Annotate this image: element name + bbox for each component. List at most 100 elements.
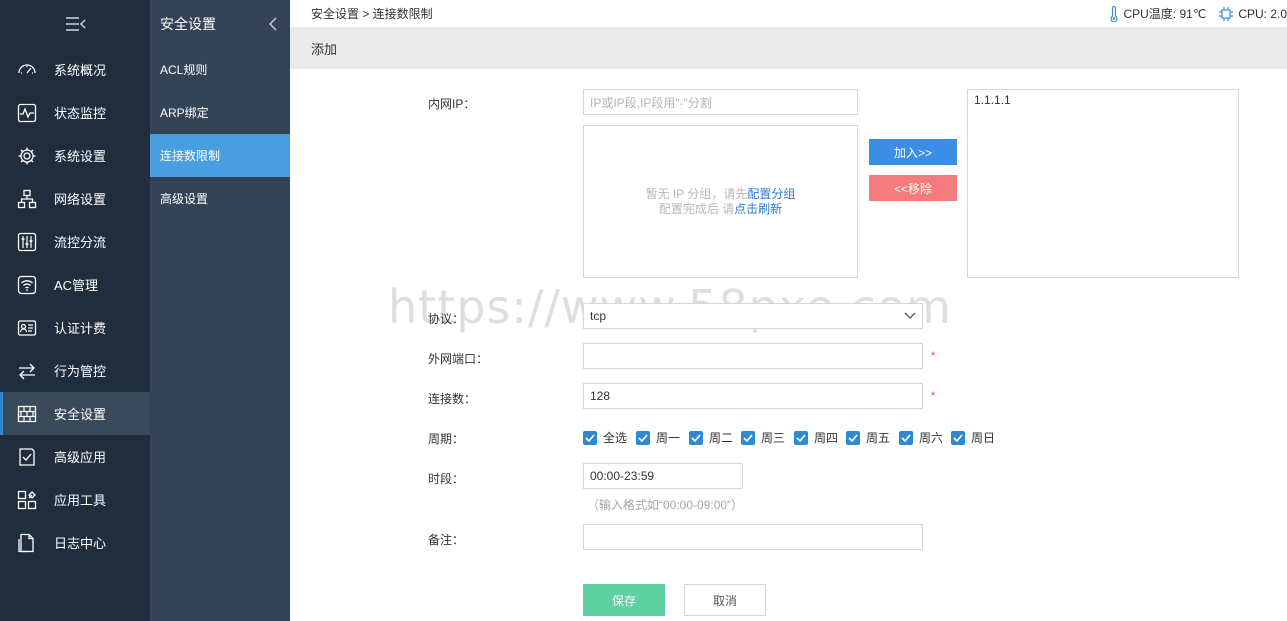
required-mark: * (931, 390, 936, 402)
sidebar-item-label: 系统概况 (54, 63, 107, 78)
sidebar-item-label: 行为管控 (54, 364, 107, 379)
time-label: 时段： (428, 472, 465, 486)
day-checkbox[interactable]: 周一 (636, 429, 680, 446)
config-group-link[interactable]: 配置分组 (747, 187, 795, 201)
menu-collapse-icon (66, 17, 86, 31)
gear-icon (16, 145, 38, 167)
swap-arrows-icon (16, 360, 38, 382)
remark-label: 备注： (428, 533, 465, 547)
chevron-down-icon (904, 312, 916, 319)
menu-toggle-button[interactable] (0, 0, 150, 48)
day-checkbox[interactable]: 全选 (583, 429, 627, 446)
sidebar-item[interactable]: 系统概况 (0, 48, 150, 91)
checkmark-icon (741, 430, 755, 445)
submenu-item[interactable]: ACL规则 (150, 48, 290, 91)
sidebar-item-label: 流控分流 (54, 235, 107, 250)
day-checkbox-label: 全选 (603, 431, 628, 445)
cpu-usage-status: CPU: 2.0 (1218, 6, 1287, 22)
day-checkbox-label: 周四 (814, 431, 839, 445)
document-icon (16, 532, 38, 554)
period-label: 周期： (428, 432, 465, 446)
selected-ip-list[interactable]: 1.1.1.1 (967, 89, 1239, 278)
lan-ip-label: 内网IP： (428, 97, 476, 111)
checkmark-icon (899, 430, 913, 445)
sidebar-item-label: 认证计费 (54, 321, 107, 336)
cpu-temp-status: CPU温度: 91℃ (1109, 5, 1206, 22)
sidebar-item-label: 安全设置 (54, 407, 107, 422)
remove-ip-button[interactable]: <<移除 (869, 175, 957, 201)
selected-ip-item[interactable]: 1.1.1.1 (974, 93, 1232, 107)
sidebar-item[interactable]: 高级应用 (0, 435, 150, 478)
checklist-icon (16, 446, 38, 468)
lan-ip-input[interactable]: IP或IP段,IP段用"-"分割 (583, 89, 858, 115)
conn-count-label: 连接数： (428, 392, 477, 406)
tools-icon (16, 489, 38, 511)
day-checkbox[interactable]: 周四 (794, 429, 838, 446)
cpu-temp-text: CPU温度: 91℃ (1123, 7, 1207, 21)
wan-port-input[interactable] (583, 343, 923, 369)
checkmark-icon (583, 430, 597, 445)
sidebar-item-label: 状态监控 (54, 106, 107, 121)
sidebar-item-label: AC管理 (54, 278, 99, 293)
remark-input[interactable] (583, 524, 923, 550)
chevron-left-icon[interactable] (268, 17, 278, 31)
conn-count-input[interactable]: 128 (583, 383, 923, 409)
add-ip-button[interactable]: 加入>> (869, 139, 957, 165)
ip-group-box: 暂无 IP 分组，请先配置分组 配置完成后 请点击刷新 (583, 125, 858, 278)
protocol-value: tcp (590, 309, 607, 323)
sidebar-item-label: 系统设置 (54, 149, 107, 164)
submenu-item[interactable]: 高级设置 (150, 177, 290, 220)
checkmark-icon (846, 430, 860, 445)
day-checkbox-label: 周五 (866, 431, 891, 445)
ip-group-empty-line2: 配置完成后 请点击刷新 (658, 201, 783, 216)
dashboard-icon (16, 59, 38, 81)
sidebar-item[interactable]: AC管理 (0, 263, 150, 306)
cancel-button[interactable]: 取消 (684, 584, 766, 616)
day-checkbox[interactable]: 周五 (846, 429, 890, 446)
cpu-usage-text: CPU: 2.0 (1238, 6, 1287, 21)
sidebar-item[interactable]: 应用工具 (0, 478, 150, 521)
day-checkbox[interactable]: 周二 (689, 429, 733, 446)
pulse-icon (16, 102, 38, 124)
wan-port-label: 外网端口： (428, 352, 489, 366)
required-mark: * (931, 350, 936, 362)
time-input[interactable]: 00:00-23:59 (583, 463, 743, 489)
sidebar-item[interactable]: 系统设置 (0, 134, 150, 177)
sidebar-item[interactable]: 状态监控 (0, 91, 150, 134)
network-icon (16, 188, 38, 210)
checkmark-icon (636, 430, 650, 445)
sidebar-item[interactable]: 流控分流 (0, 220, 150, 263)
sidebar-item-label: 网络设置 (54, 192, 107, 207)
day-checkbox[interactable]: 周三 (741, 429, 785, 446)
sidebar-item[interactable]: 日志中心 (0, 521, 150, 564)
thermometer-icon (1110, 5, 1119, 22)
submenu-item[interactable]: ARP绑定 (150, 91, 290, 134)
page-title-bar: 添加 (290, 27, 1287, 69)
day-checkbox[interactable]: 周六 (899, 429, 943, 446)
submenu-header: 安全设置 (150, 0, 290, 48)
time-format-hint: （输入格式如“00:00-09:00”） (587, 498, 744, 512)
page-title: 添加 (311, 41, 338, 57)
firewall-icon (16, 403, 38, 425)
sidebar-item-label: 日志中心 (54, 536, 107, 551)
sidebar-item[interactable]: 行为管控 (0, 349, 150, 392)
day-checkbox[interactable]: 周日 (951, 429, 995, 446)
protocol-label: 协议： (428, 312, 465, 326)
protocol-select[interactable]: tcp (583, 303, 923, 329)
sidebar-item[interactable]: 认证计费 (0, 306, 150, 349)
sidebar-item[interactable]: 安全设置 (0, 392, 150, 435)
ip-group-empty-line1: 暂无 IP 分组，请先配置分组 (645, 186, 796, 201)
day-checkbox-label: 周六 (919, 431, 944, 445)
chip-icon (1219, 6, 1234, 21)
day-checkbox-label: 周日 (971, 431, 996, 445)
save-button[interactable]: 保存 (583, 584, 665, 616)
sub-sidebar: 安全设置 ACL规则 ARP绑定 连接数限制 高级设置 (150, 0, 290, 621)
checkmark-icon (951, 430, 965, 445)
refresh-link[interactable]: 点击刷新 (734, 202, 782, 216)
system-status: CPU温度: 91℃ CPU: 2.0 (1097, 0, 1287, 27)
checkmark-icon (689, 430, 703, 445)
submenu-item[interactable]: 连接数限制 (150, 134, 290, 177)
sidebar-item[interactable]: 网络设置 (0, 177, 150, 220)
day-checkbox-label: 周三 (761, 431, 786, 445)
wifi-icon (16, 274, 38, 296)
